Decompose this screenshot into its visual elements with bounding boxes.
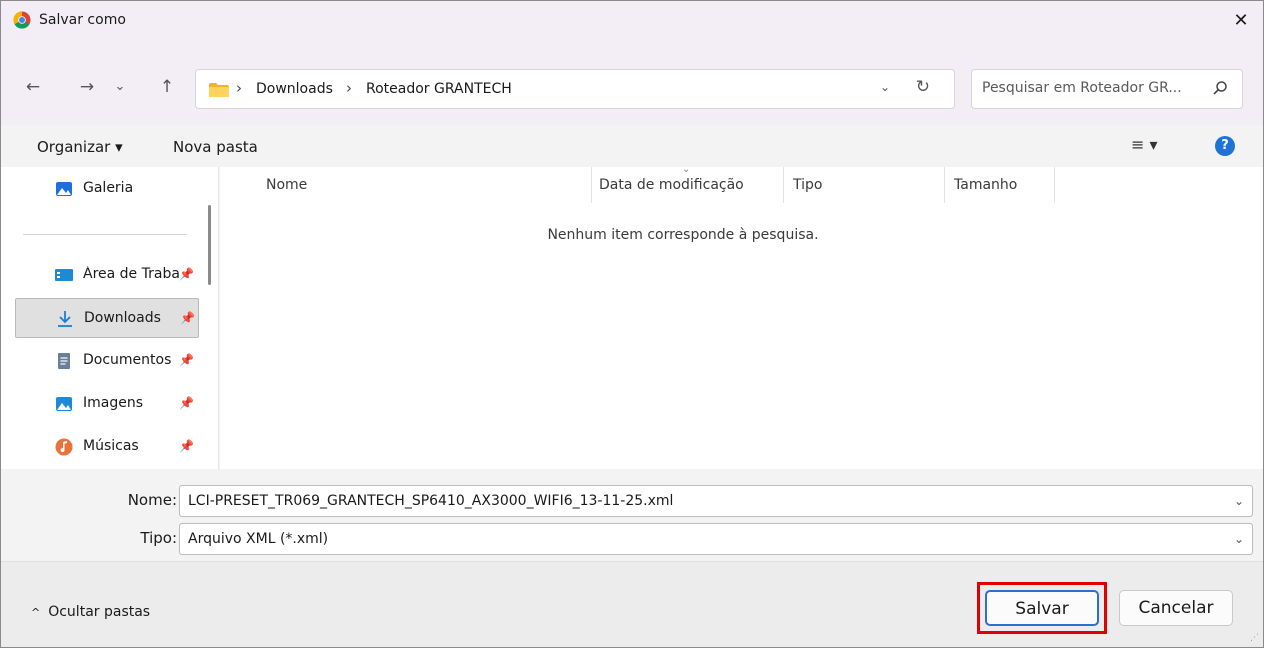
chevron-down-icon[interactable]: ⌄ bbox=[1234, 494, 1244, 508]
sidebar-scrollbar[interactable] bbox=[208, 205, 211, 285]
sidebar-item-music[interactable]: Músicas 📌 bbox=[15, 427, 199, 467]
empty-list-message: Nenhum item corresponde à pesquisa. bbox=[547, 227, 819, 243]
navigation-bar: ← → ⌄ ↑ › Downloads › Roteador GRANTECH … bbox=[1, 41, 1263, 125]
hide-folders-button[interactable]: ^ Ocultar pastas bbox=[31, 604, 150, 620]
file-name-field[interactable]: LCI-PRESET_TR069_GRANTECH_SP6410_AX3000_… bbox=[179, 485, 1253, 517]
new-folder-button[interactable]: Nova pasta bbox=[173, 138, 258, 156]
pin-icon[interactable]: 📌 bbox=[180, 311, 195, 325]
download-icon bbox=[58, 311, 72, 327]
save-button[interactable]: Salvar bbox=[985, 590, 1099, 626]
resize-grip-icon[interactable]: ⋰ bbox=[1250, 633, 1259, 643]
file-type-select[interactable]: Arquivo XML (*.xml) ⌄ bbox=[179, 523, 1253, 555]
search-box bbox=[971, 69, 1243, 109]
breadcrumb-downloads[interactable]: Downloads bbox=[256, 81, 333, 97]
column-header-size[interactable]: Tamanho bbox=[954, 177, 1017, 193]
window-title: Salvar como bbox=[39, 12, 126, 28]
address-dropdown-icon[interactable]: ⌄ bbox=[880, 80, 890, 94]
desktop-icon bbox=[55, 269, 73, 281]
view-options-button[interactable]: ≡ ▾ bbox=[1131, 135, 1158, 154]
sidebar-item-gallery[interactable]: Galeria bbox=[15, 169, 199, 209]
command-bar: Organizar ▾ Nova pasta ≡ ▾ ? bbox=[1, 125, 1263, 167]
sidebar-divider bbox=[23, 234, 187, 235]
sidebar-item-label: Documentos bbox=[83, 352, 172, 368]
sidebar-item-desktop[interactable]: Área de Trabalho 📌 bbox=[15, 255, 199, 295]
sidebar-item-label: Área de Trabalho bbox=[83, 266, 179, 282]
save-as-dialog: Salvar como ✕ ← → ⌄ ↑ › Downloads › Rote… bbox=[0, 0, 1264, 648]
file-name-value: LCI-PRESET_TR069_GRANTECH_SP6410_AX3000_… bbox=[188, 493, 674, 509]
column-divider[interactable] bbox=[1054, 167, 1055, 203]
back-button[interactable]: ← bbox=[21, 75, 45, 99]
sidebar-item-documents[interactable]: Documentos 📌 bbox=[15, 341, 199, 381]
up-button[interactable]: ↑ bbox=[155, 75, 179, 99]
file-type-value: Arquivo XML (*.xml) bbox=[188, 531, 329, 547]
column-header-date-modified[interactable]: Data de modificação bbox=[599, 177, 744, 193]
search-input[interactable] bbox=[982, 80, 1196, 96]
file-type-label: Tipo: bbox=[140, 529, 177, 547]
pin-icon[interactable]: 📌 bbox=[179, 267, 194, 281]
pin-icon[interactable]: 📌 bbox=[179, 439, 194, 453]
cancel-button[interactable]: Cancelar bbox=[1119, 590, 1233, 626]
organize-button[interactable]: Organizar ▾ bbox=[37, 138, 123, 156]
navigation-pane: Galeria Área de Trabalho 📌 Downloads 📌 bbox=[1, 167, 219, 469]
column-header-name[interactable]: Nome bbox=[266, 177, 307, 193]
sidebar-item-label: Downloads bbox=[84, 310, 161, 326]
column-header-type[interactable]: Tipo bbox=[793, 177, 822, 193]
dialog-footer: ^ Ocultar pastas Salvar Cancelar ⋰ bbox=[1, 561, 1263, 647]
address-bar[interactable]: › Downloads › Roteador GRANTECH ⌄ ↻ bbox=[195, 69, 955, 109]
recent-locations-button[interactable]: ⌄ bbox=[108, 75, 132, 99]
pin-icon[interactable]: 📌 bbox=[179, 353, 194, 367]
column-divider[interactable] bbox=[591, 167, 592, 203]
pin-icon[interactable]: 📌 bbox=[179, 396, 194, 410]
search-icon[interactable] bbox=[1212, 80, 1228, 96]
column-divider[interactable] bbox=[783, 167, 784, 203]
close-button[interactable]: ✕ bbox=[1227, 7, 1255, 35]
sidebar-item-downloads[interactable]: Downloads 📌 bbox=[15, 298, 199, 338]
file-list: Nome ⌄ Data de modificação Tipo Tamanho … bbox=[220, 164, 1263, 469]
gallery-icon bbox=[56, 182, 72, 196]
sidebar-item-label: Músicas bbox=[83, 438, 139, 454]
document-icon bbox=[58, 353, 70, 369]
breadcrumb-separator: › bbox=[236, 79, 242, 97]
breadcrumb-separator: › bbox=[346, 79, 352, 97]
forward-button[interactable]: → bbox=[75, 75, 99, 99]
breadcrumb-roteador-grantech[interactable]: Roteador GRANTECH bbox=[366, 81, 512, 97]
chevron-up-icon: ^ bbox=[31, 606, 41, 619]
hide-folders-label: Ocultar pastas bbox=[48, 604, 151, 620]
pictures-icon bbox=[56, 397, 72, 411]
file-fields: Nome: LCI-PRESET_TR069_GRANTECH_SP6410_A… bbox=[1, 469, 1263, 561]
title-bar: Salvar como ✕ bbox=[1, 1, 1263, 41]
sidebar-item-label: Galeria bbox=[83, 180, 134, 196]
refresh-icon[interactable]: ↻ bbox=[916, 77, 930, 97]
folder-icon bbox=[209, 83, 229, 97]
sidebar-item-pictures[interactable]: Imagens 📌 bbox=[15, 384, 199, 424]
chevron-down-icon[interactable]: ⌄ bbox=[1234, 532, 1244, 546]
help-icon[interactable]: ? bbox=[1215, 136, 1235, 156]
sort-indicator-icon: ⌄ bbox=[682, 164, 691, 175]
column-divider[interactable] bbox=[944, 167, 945, 203]
sidebar-item-label: Imagens bbox=[83, 395, 144, 411]
file-name-label: Nome: bbox=[127, 491, 177, 509]
music-icon bbox=[55, 438, 73, 456]
chrome-icon bbox=[13, 11, 31, 29]
